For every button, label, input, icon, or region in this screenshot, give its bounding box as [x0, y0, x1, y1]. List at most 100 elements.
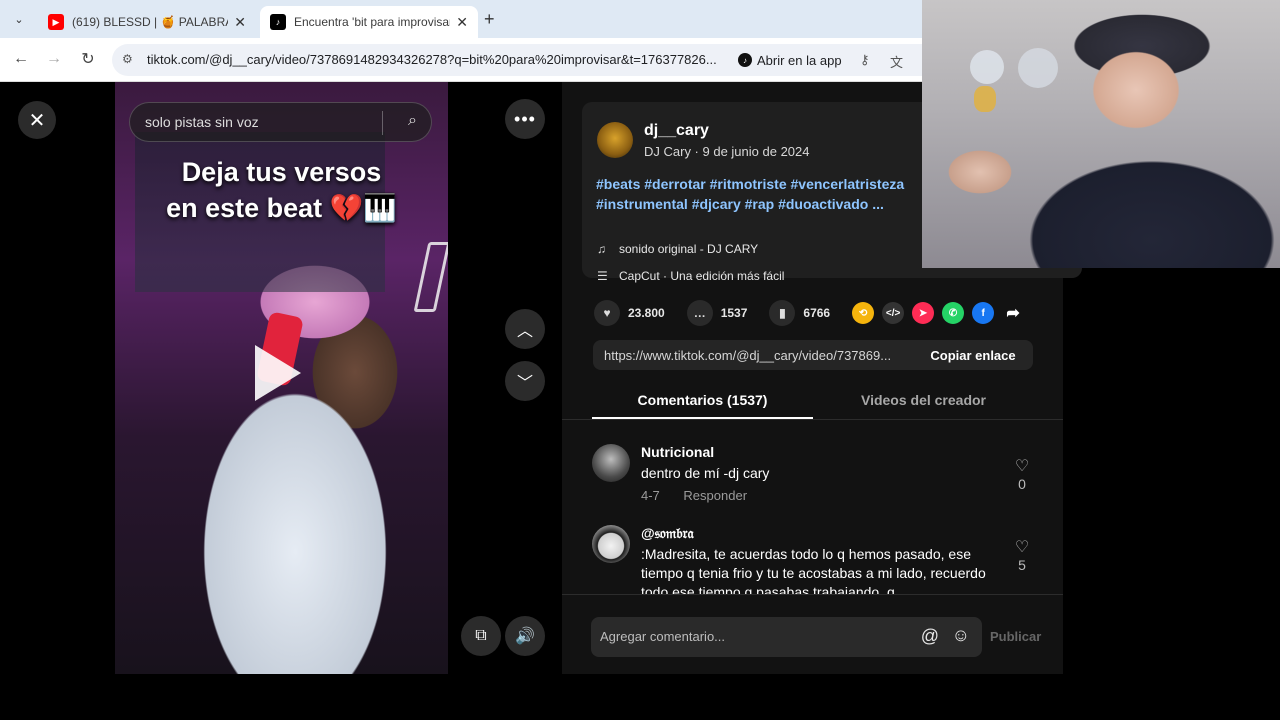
- comment-list[interactable]: Nutricional dentro de mí -dj cary 4-7 Re…: [562, 432, 1063, 595]
- comment-like[interactable]: ♡ 0: [1012, 456, 1032, 492]
- tab-creator-videos[interactable]: Videos del creador: [813, 392, 1034, 408]
- like-count: 23.800: [628, 306, 665, 320]
- comment-count: 1537: [720, 306, 748, 320]
- more-options-icon[interactable]: •••: [505, 99, 545, 139]
- comment-text: :Madresita, te acuerdas todo lo q hemos …: [641, 546, 986, 595]
- save-count: 6766: [803, 306, 831, 320]
- comment-bar: Agregar comentario... @ ☺ Publicar: [562, 594, 1063, 674]
- author-subtitle: DJ Cary · 9 de junio de 2024: [644, 144, 810, 159]
- tab-youtube[interactable]: ▶ (619) BLESSD | 🍯 PALABRAS S ✕: [38, 6, 256, 38]
- stats-row: ♥ 23.800 … 1537 ▮ 6766 ⟲ </> ➤ ✆ f ➦: [594, 300, 1032, 326]
- video-caption-line2: en este beat 💔🎹: [166, 193, 397, 223]
- capcut-label: CapCut · Una edición más fácil: [619, 269, 785, 283]
- author-username[interactable]: dj__cary: [644, 122, 709, 140]
- video-link[interactable]: https://www.tiktok.com/@dj__cary/video/7…: [604, 348, 914, 363]
- tiktok-icon: ♪: [738, 53, 752, 67]
- picture-in-picture-icon[interactable]: ⧉: [461, 616, 501, 656]
- browser-toolbar: ← → ↻ ⚙ tiktok.com/@dj__cary/video/73786…: [0, 38, 922, 82]
- mention-icon[interactable]: @: [921, 626, 939, 647]
- video-area: ✕ solo pistas sin voz ⌕ Deja tus versos …: [0, 82, 562, 674]
- heart-icon: ♥: [594, 300, 620, 326]
- site-info-icon[interactable]: ⚙: [122, 52, 136, 66]
- open-in-app-button[interactable]: ♪ Abrir en la app: [732, 47, 848, 73]
- tab-search-icon[interactable]: ⌄: [8, 8, 30, 30]
- heart-outline-icon: ♡: [1014, 458, 1030, 475]
- comment-item: Nutricional dentro de mí -dj cary 4-7 Re…: [592, 444, 1042, 504]
- play-icon[interactable]: [255, 345, 301, 401]
- open-in-app-label: Abrir en la app: [757, 52, 842, 68]
- comment-item: @𝔰𝔬𝔪𝔟𝔯𝔞 :Madresita, te acuerdas todo lo …: [592, 525, 1042, 595]
- share-icon[interactable]: ➦: [1002, 302, 1024, 324]
- screen: ⌄ ▶ (619) BLESSD | 🍯 PALABRAS S ✕ ♪ Encu…: [0, 0, 1280, 720]
- sound-row[interactable]: ♫ sonido original - DJ CARY: [597, 242, 758, 256]
- comment-like-count: 5: [1018, 557, 1026, 573]
- sound-label: sonido original - DJ CARY: [619, 242, 759, 256]
- comment-button[interactable]: … 1537: [686, 300, 748, 326]
- bookmark-icon: ▮: [769, 300, 796, 326]
- video-search-box[interactable]: solo pistas sin voz ⌕: [129, 102, 432, 142]
- back-icon[interactable]: ←: [10, 48, 32, 70]
- volume-icon[interactable]: 🔊: [505, 616, 545, 656]
- reply-button[interactable]: Responder: [683, 488, 747, 503]
- avatar[interactable]: [597, 122, 633, 158]
- avatar[interactable]: [592, 444, 630, 482]
- comment-text: dentro de mí -dj cary: [641, 465, 770, 481]
- chevron-up-icon[interactable]: ︿: [505, 309, 545, 349]
- video-caption: Deja tus versos en este beat 💔🎹: [115, 154, 448, 226]
- link-box: https://www.tiktok.com/@dj__cary/video/7…: [593, 340, 1033, 370]
- heart-outline-icon: ♡: [1014, 539, 1030, 556]
- close-icon[interactable]: ✕: [18, 101, 56, 139]
- webcam-shelf-object: [974, 86, 996, 112]
- comment-username[interactable]: @𝔰𝔬𝔪𝔟𝔯𝔞: [641, 525, 694, 542]
- hashtags[interactable]: #beats #derrotar #ritmotriste #vencerlat…: [596, 174, 926, 214]
- new-tab-button[interactable]: +: [484, 9, 495, 30]
- translate-icon[interactable]: 文: [890, 52, 903, 71]
- comment-meta: 4-7 Responder: [641, 488, 767, 503]
- chevron-down-icon[interactable]: ﹀: [505, 361, 545, 401]
- capcut-row[interactable]: ☰ CapCut · Una edición más fácil: [597, 269, 784, 283]
- search-icon[interactable]: ⌕: [408, 112, 417, 130]
- panel-tabs: Comentarios (1537) Videos del creador: [562, 382, 1063, 420]
- video-search-placeholder: solo pistas sin voz: [145, 114, 259, 130]
- comment-like-count: 0: [1018, 476, 1026, 492]
- search-divider: [382, 111, 383, 135]
- key-icon[interactable]: ⚷: [860, 52, 870, 68]
- address-bar[interactable]: ⚙ tiktok.com/@dj__cary/video/73786914829…: [112, 44, 922, 76]
- repost-icon[interactable]: ⟲: [852, 302, 875, 324]
- capcut-icon: ☰: [597, 269, 608, 283]
- copy-link-button[interactable]: Copiar enlace: [913, 340, 1033, 370]
- save-button[interactable]: ▮ 6766: [769, 300, 830, 326]
- avatar[interactable]: [592, 525, 630, 563]
- youtube-icon: ▶: [48, 14, 64, 30]
- webcam-overlay: [922, 0, 1280, 268]
- active-tab-indicator: [592, 417, 813, 419]
- video-neon-sign: [413, 242, 448, 312]
- comment-input[interactable]: Agregar comentario... @ ☺: [591, 617, 982, 657]
- tab-tiktok[interactable]: ♪ Encuentra 'bit para improvisar' ✕: [260, 6, 478, 38]
- forward-icon[interactable]: →: [43, 48, 65, 70]
- facebook-icon[interactable]: f: [972, 302, 995, 324]
- tiktok-page: ✕ solo pistas sin voz ⌕ Deja tus versos …: [0, 82, 1082, 674]
- publish-button[interactable]: Publicar: [990, 629, 1041, 644]
- webcam-shelf-object: [1018, 48, 1058, 88]
- url-text[interactable]: tiktok.com/@dj__cary/video/7378691482934…: [147, 52, 727, 67]
- like-button[interactable]: ♥ 23.800: [594, 300, 665, 326]
- tab-title: Encuentra 'bit para improvisar': [294, 15, 451, 29]
- reload-icon[interactable]: ↻: [77, 48, 99, 70]
- tab-title: (619) BLESSD | 🍯 PALABRAS S: [72, 15, 228, 29]
- webcam-shelf-object: [970, 50, 1004, 84]
- comment-like[interactable]: ♡ 5: [1012, 537, 1032, 573]
- emoji-icon[interactable]: ☺: [952, 625, 970, 646]
- whatsapp-icon[interactable]: ✆: [942, 302, 965, 324]
- tiktok-icon: ♪: [270, 14, 286, 30]
- comment-icon: …: [686, 300, 713, 326]
- video-player[interactable]: solo pistas sin voz ⌕ Deja tus versos en…: [115, 82, 448, 674]
- close-tab-icon[interactable]: ✕: [456, 14, 468, 31]
- video-caption-line1: Deja tus versos: [181, 157, 382, 187]
- send-icon[interactable]: ➤: [912, 302, 935, 324]
- comment-username[interactable]: Nutricional: [641, 444, 714, 460]
- close-tab-icon[interactable]: ✕: [234, 14, 246, 31]
- tab-comments[interactable]: Comentarios (1537): [592, 392, 813, 408]
- embed-icon[interactable]: </>: [882, 302, 905, 324]
- browser-tab-bar: ⌄ ▶ (619) BLESSD | 🍯 PALABRAS S ✕ ♪ Encu…: [0, 0, 922, 38]
